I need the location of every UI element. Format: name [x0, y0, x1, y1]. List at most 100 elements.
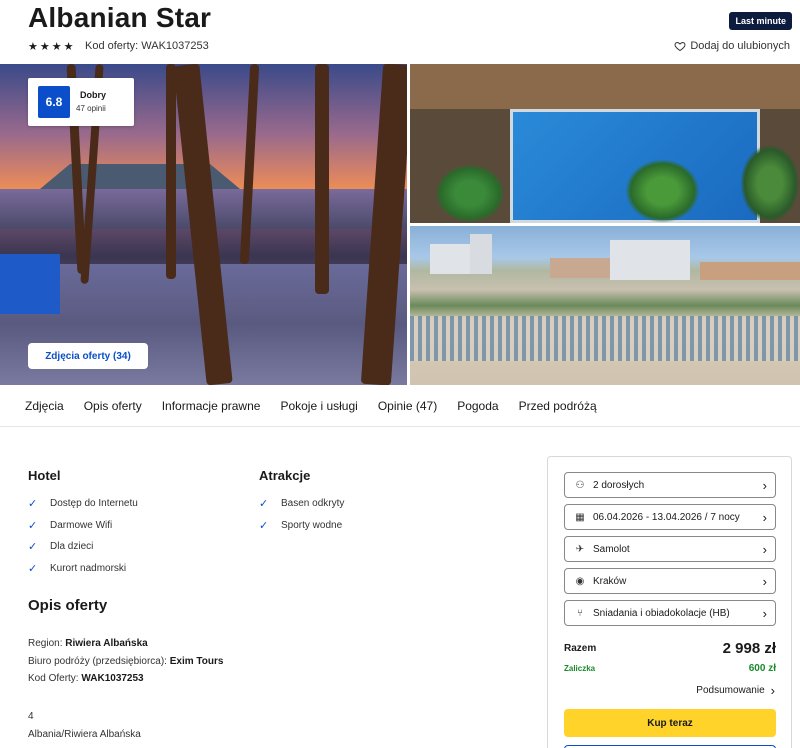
amenity-label: Dostęp do Internetu — [50, 498, 138, 510]
tab-opinie[interactable]: Opinie (47) — [378, 399, 437, 413]
amenity-item: ✓ Dostęp do Internetu — [28, 493, 138, 515]
transport-value: Samolot — [593, 543, 630, 555]
main-photo[interactable]: 6.8 Dobry 47 opinii Zdjęcia oferty (34) — [0, 64, 407, 385]
board-field[interactable]: ⑂ Śniadania i obiadokolacje (HB) › — [564, 600, 776, 626]
umbrellas-shape — [410, 316, 800, 361]
region-value: Riwiera Albańska — [65, 638, 148, 649]
check-icon: ✓ — [28, 541, 38, 554]
extra-line: Albania/Riwiera Albańska — [28, 728, 141, 740]
attraction-label: Basen odkryty — [281, 498, 345, 510]
building-shape — [610, 240, 690, 280]
hotel-stars: ★ ★ ★ ★ — [28, 40, 74, 53]
dates-field[interactable]: ▦ 06.04.2026 - 13.04.2026 / 7 nocy › — [564, 504, 776, 530]
beach-photo[interactable] — [410, 226, 800, 385]
deck-shape — [410, 64, 800, 109]
amenity-item: ✓ Darmowe Wifi — [28, 515, 138, 537]
tree-trunk — [239, 64, 260, 265]
travelers-value: 2 dorosłych — [593, 479, 645, 491]
tab-przed-podroza[interactable]: Przed podróżą — [519, 399, 597, 413]
check-icon: ✓ — [28, 498, 38, 511]
cutlery-icon: ⑂ — [577, 607, 583, 619]
amenity-item: ✓ Dla dzieci — [28, 536, 138, 558]
chevron-right-icon: › — [762, 605, 767, 621]
hotel-amenities: Hotel ✓ Dostęp do Internetu ✓ Darmowe Wifi… — [28, 468, 138, 579]
offer-code-value: WAK1037253 — [81, 673, 144, 684]
tab-zdjecia[interactable]: Zdjęcia — [25, 399, 64, 413]
departure-field[interactable]: ◉ Kraków › — [564, 568, 776, 594]
palm-shape — [435, 164, 505, 223]
hotel-title: Albanian Star — [28, 2, 212, 33]
offer-photos-button[interactable]: Zdjęcia oferty (34) — [28, 343, 148, 369]
star-icon: ★ — [63, 41, 74, 53]
favorite-label: Dodaj do ulubionych — [690, 40, 790, 52]
transport-field[interactable]: ✈ Samolot › — [564, 536, 776, 562]
check-icon: ✓ — [28, 519, 38, 532]
rating-card[interactable]: 6.8 Dobry 47 opinii — [28, 78, 134, 126]
summary-label: Podsumowanie — [696, 685, 765, 696]
deposit-label: Zaliczka — [564, 664, 596, 673]
plane-icon: ✈ — [575, 543, 585, 555]
amenity-label: Darmowe Wifi — [50, 519, 113, 531]
board-value: Śniadania i obiadokolacje (HB) — [593, 607, 730, 619]
calendar-icon: ▦ — [575, 511, 585, 523]
offer-code-line: Kod Oferty: WAK1037253 — [28, 673, 144, 684]
booking-panel: ⚇ 2 dorosłych › ▦ 06.04.2026 - 13.04.202… — [547, 456, 792, 748]
palm-shape — [740, 144, 800, 223]
travelers-field[interactable]: ⚇ 2 dorosłych › — [564, 472, 776, 498]
rating-count: 47 opinii — [76, 104, 106, 113]
photo-gallery: 6.8 Dobry 47 opinii Zdjęcia oferty (34) — [0, 64, 800, 385]
rating-label: Dobry — [80, 90, 107, 100]
offer-code: Kod oferty: WAK1037253 — [85, 40, 209, 52]
dates-value: 06.04.2026 - 13.04.2026 / 7 nocy — [593, 511, 740, 523]
palm-shape — [625, 159, 700, 223]
check-icon: ✓ — [259, 498, 269, 511]
offer-tabs: Zdjęcia Opis oferty Informacje prawne Po… — [0, 385, 800, 427]
tab-opis-oferty[interactable]: Opis oferty — [84, 399, 142, 413]
offer-description-heading: Opis oferty — [28, 597, 108, 614]
offer-description-details: Region: Riwiera Albańska Biuro podróży (… — [28, 635, 223, 688]
chevron-right-icon: › — [762, 477, 767, 493]
add-to-favorites-button[interactable]: Dodaj do ulubionych — [674, 40, 790, 52]
tab-pokoje-i-uslugi[interactable]: Pokoje i usługi — [280, 399, 357, 413]
summary-link[interactable]: Podsumowanie › — [696, 683, 775, 698]
chevron-right-icon: › — [762, 573, 767, 589]
last-minute-badge: Last minute — [729, 12, 792, 30]
deposit-price: 600 zł — [748, 663, 776, 674]
attraction-item: ✓ Basen odkryty — [259, 493, 344, 515]
agency-line: Biuro podróży (przedsiębiorca): Exim Tou… — [28, 655, 224, 667]
region-line: Region: Riwiera Albańska — [28, 638, 148, 649]
tree-trunk — [166, 64, 176, 279]
total-label: Razem — [564, 643, 597, 654]
location-icon: ◉ — [575, 575, 585, 587]
extra-line: 4 — [28, 711, 34, 722]
star-icon: ★ — [28, 41, 38, 53]
heart-icon — [674, 41, 686, 52]
attractions: Atrakcje ✓ Basen odkryty ✓ Sporty wodne — [259, 468, 344, 536]
attractions-heading: Atrakcje — [259, 468, 311, 483]
pool-shape — [0, 254, 60, 314]
building-shape — [700, 262, 800, 280]
check-icon: ✓ — [28, 562, 38, 575]
amenity-item: ✓ Kurort nadmorski — [28, 558, 138, 580]
amenity-label: Dla dzieci — [50, 541, 94, 553]
buy-now-button[interactable]: Kup teraz — [564, 709, 776, 737]
chevron-right-icon: › — [762, 541, 767, 557]
tab-informacje-prawne[interactable]: Informacje prawne — [162, 399, 261, 413]
amenity-label: Kurort nadmorski — [50, 562, 127, 574]
departure-value: Kraków — [593, 575, 627, 587]
hotel-heading: Hotel — [28, 468, 61, 483]
chevron-right-icon: › — [770, 683, 775, 698]
pool-photo[interactable] — [410, 64, 800, 223]
star-icon: ★ — [51, 41, 62, 53]
total-row: Razem 2 998 zł — [564, 640, 776, 657]
chevron-right-icon: › — [762, 509, 767, 525]
rating-score: 6.8 — [38, 86, 70, 118]
attraction-label: Sporty wodne — [281, 519, 343, 531]
building-shape — [550, 258, 610, 278]
tree-trunk — [315, 64, 329, 294]
attraction-item: ✓ Sporty wodne — [259, 515, 344, 537]
offer-header: Albanian Star Last minute ★ ★ ★ ★ Kod of… — [0, 0, 800, 64]
agency-value: Exim Tours — [169, 655, 224, 667]
building-shape — [470, 234, 492, 274]
tab-pogoda[interactable]: Pogoda — [457, 399, 498, 413]
